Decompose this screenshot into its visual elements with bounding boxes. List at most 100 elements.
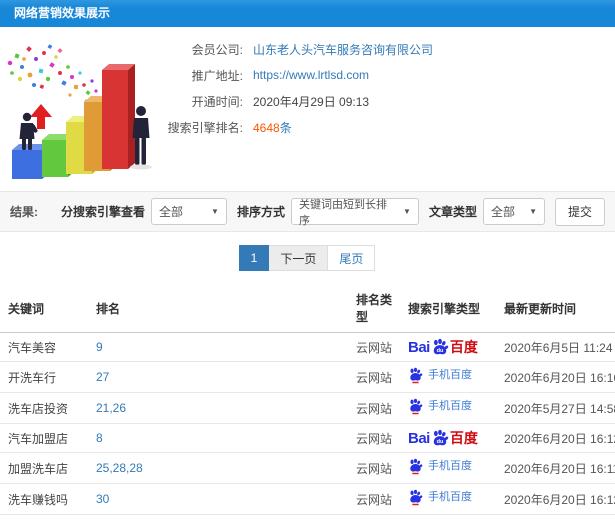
- rank-cell: 27: [88, 361, 348, 393]
- page-1-button[interactable]: 1: [238, 245, 270, 271]
- keyword-cell: 开洗车行: [0, 361, 88, 393]
- filter-bar: 结果: 分搜索引擎查看 全部 ▼ 排序方式 关键词由短到长排序 ▼ 文章类型 全…: [0, 191, 615, 232]
- company-label: 会员公司:: [191, 42, 243, 57]
- engine-cell: Bai du 百度: [400, 332, 496, 362]
- sort-filter-label: 排序方式: [236, 205, 285, 219]
- rank-link[interactable]: 8: [96, 431, 103, 445]
- keyword-cell: 汽车美容: [0, 332, 88, 362]
- open-time-label: 开通时间:: [191, 94, 243, 109]
- member-info: 会员公司: 山东老人头汽车服务咨询有限公司 推广地址: https://www.…: [160, 27, 433, 191]
- keyword-cell: 洗车赚钱吗: [0, 483, 88, 515]
- update-time-cell: 2020年6月20日 16:16: [496, 361, 615, 393]
- engine-cell: 手机百度: [400, 361, 496, 393]
- url-label: 推广地址:: [191, 68, 243, 83]
- filter-controls: 分搜索引擎查看 全部 ▼ 排序方式 关键词由短到长排序 ▼ 文章类型 全部 ▼ …: [57, 197, 605, 227]
- engine-select[interactable]: 全部 ▼: [150, 198, 227, 225]
- url-row: 推广地址: https://www.lrtlsd.com: [160, 62, 433, 88]
- engine-filter-label: 分搜索引擎查看: [60, 205, 145, 219]
- sort-select-value: 关键词由短到长排序: [298, 198, 387, 227]
- rank-link[interactable]: 21,26: [96, 401, 126, 415]
- table-row: 汽车美容 9 云网站 Bai du 百度 2020年6月5日 11:24: [0, 332, 615, 362]
- rank-cell: 25,28,28: [88, 452, 348, 484]
- update-time-cell: 2020年6月18日 14:27: [496, 514, 615, 520]
- col-header-engine-type: 搜索引擎类型: [400, 284, 496, 333]
- baidu-paw-icon: [410, 367, 423, 384]
- type-filter-label: 文章类型: [428, 205, 477, 219]
- next-page-button[interactable]: 下一页: [268, 245, 329, 271]
- table-row: 洗车店投资 21,26 云网站 手机百度 2020年5月27日 14:58: [0, 392, 615, 424]
- info-section: 会员公司: 山东老人头汽车服务咨询有限公司 推广地址: https://www.…: [0, 27, 615, 191]
- rank-type-cell: 云网站: [348, 361, 400, 393]
- company-row: 会员公司: 山东老人头汽车服务咨询有限公司: [160, 36, 433, 62]
- open-time-value: 2020年4月29日 09:13: [253, 94, 370, 109]
- engine-select-value: 全部: [158, 205, 183, 219]
- baidu-paw-icon: [410, 398, 423, 415]
- rank-count-label: 搜索引擎排名:: [167, 120, 243, 135]
- rank-cell: 21,26: [88, 392, 348, 424]
- rank-type-cell: 云网站: [348, 514, 400, 520]
- company-link[interactable]: 山东老人头汽车服务咨询有限公司: [253, 41, 433, 58]
- rank-type-cell: 云网站: [348, 483, 400, 515]
- rank-link[interactable]: 25,28,28: [96, 461, 143, 475]
- baidu-logo: Bai du 百度: [408, 338, 478, 356]
- keyword-cell: 加盟洗车店: [0, 452, 88, 484]
- engine-cell: 手机百度: [400, 483, 496, 515]
- article-type-select-value: 全部: [490, 205, 515, 219]
- table-row: 洗车赚钱吗 30 云网站 手机百度 2020年6月20日 16:12: [0, 483, 615, 515]
- rank-type-cell: 云网站: [348, 452, 400, 484]
- rank-cell: 9: [88, 332, 348, 362]
- baidu-paw-icon: [410, 489, 423, 506]
- svg-text:du: du: [436, 439, 443, 445]
- update-time-cell: 2020年5月27日 14:58: [496, 392, 615, 424]
- keyword-cell: 汽车加盟店: [0, 423, 88, 453]
- baidu-paw-icon: [410, 458, 423, 475]
- rank-count-row: 搜索引擎排名: 4648条: [160, 114, 433, 140]
- rank-count-value: 4648条: [253, 119, 292, 136]
- rank-cell: 8: [88, 423, 348, 453]
- rank-count-number: 4648: [253, 120, 280, 135]
- update-time-cell: 2020年6月20日 16:11: [496, 452, 615, 484]
- rank-type-cell: 云网站: [348, 392, 400, 424]
- promotion-url-link[interactable]: https://www.lrtlsd.com: [253, 68, 369, 82]
- sort-select[interactable]: 关键词由短到长排序 ▼: [290, 198, 419, 227]
- update-time-cell: 2020年6月20日 16:12: [496, 423, 615, 453]
- col-header-keyword: 关键词: [0, 284, 88, 333]
- mobile-baidu-logo: 手机百度: [408, 489, 472, 506]
- engine-cell: 手机百度: [400, 392, 496, 424]
- col-header-rank-type: 排名类型: [348, 284, 400, 333]
- baidu-paw-icon: du: [433, 429, 449, 446]
- submit-button[interactable]: 提交: [554, 197, 605, 226]
- article-type-select[interactable]: 全部 ▼: [482, 198, 545, 225]
- results-table: 关键词 排名 排名类型 搜索引擎类型 最新更新时间 汽车美容 9 云网站 Bai…: [0, 284, 615, 520]
- result-label: 结果:: [10, 205, 38, 219]
- rank-type-cell: 云网站: [348, 332, 400, 362]
- table-row: 开洗车行 27 云网站 手机百度 2020年6月20日 16:16: [0, 361, 615, 393]
- col-header-rank: 排名: [88, 284, 348, 333]
- engine-cell: 手机百度: [400, 452, 496, 484]
- rank-link[interactable]: 27: [96, 370, 109, 384]
- mobile-baidu-logo: 手机百度: [408, 398, 472, 415]
- table-header-row: 关键词 排名 排名类型 搜索引擎类型 最新更新时间: [0, 284, 615, 333]
- mobile-baidu-logo: 手机百度: [408, 367, 472, 384]
- last-page-button[interactable]: 尾页: [327, 245, 376, 271]
- page-title: 网络营销效果展示: [14, 6, 111, 20]
- table-row: 洗车店利润 30 云网站 手机百度 2020年6月18日 14:27: [0, 514, 615, 520]
- open-time-row: 开通时间: 2020年4月29日 09:13: [160, 88, 433, 114]
- rank-link[interactable]: 30: [96, 492, 109, 506]
- keyword-cell: 洗车店投资: [0, 392, 88, 424]
- keyword-cell: 洗车店利润: [0, 514, 88, 520]
- table-body: 汽车美容 9 云网站 Bai du 百度 2020年6月5日 11:24 开洗车行 …: [0, 332, 615, 520]
- engine-cell: 手机百度: [400, 514, 496, 520]
- bar-chart-illustration: [7, 44, 152, 179]
- update-time-cell: 2020年6月5日 11:24: [496, 332, 615, 362]
- chevron-down-icon: ▼: [403, 207, 411, 216]
- page-header: 网络营销效果展示: [0, 0, 615, 27]
- engine-cell: Bai du 百度: [400, 423, 496, 453]
- rank-link[interactable]: 9: [96, 340, 103, 354]
- update-time-cell: 2020年6月20日 16:12: [496, 483, 615, 515]
- pagination: 1 下一页 尾页: [0, 232, 615, 284]
- rank-type-cell: 云网站: [348, 423, 400, 453]
- svg-text:du: du: [436, 348, 443, 354]
- rank-count-unit: 条: [279, 120, 292, 135]
- col-header-update-time: 最新更新时间: [496, 284, 615, 333]
